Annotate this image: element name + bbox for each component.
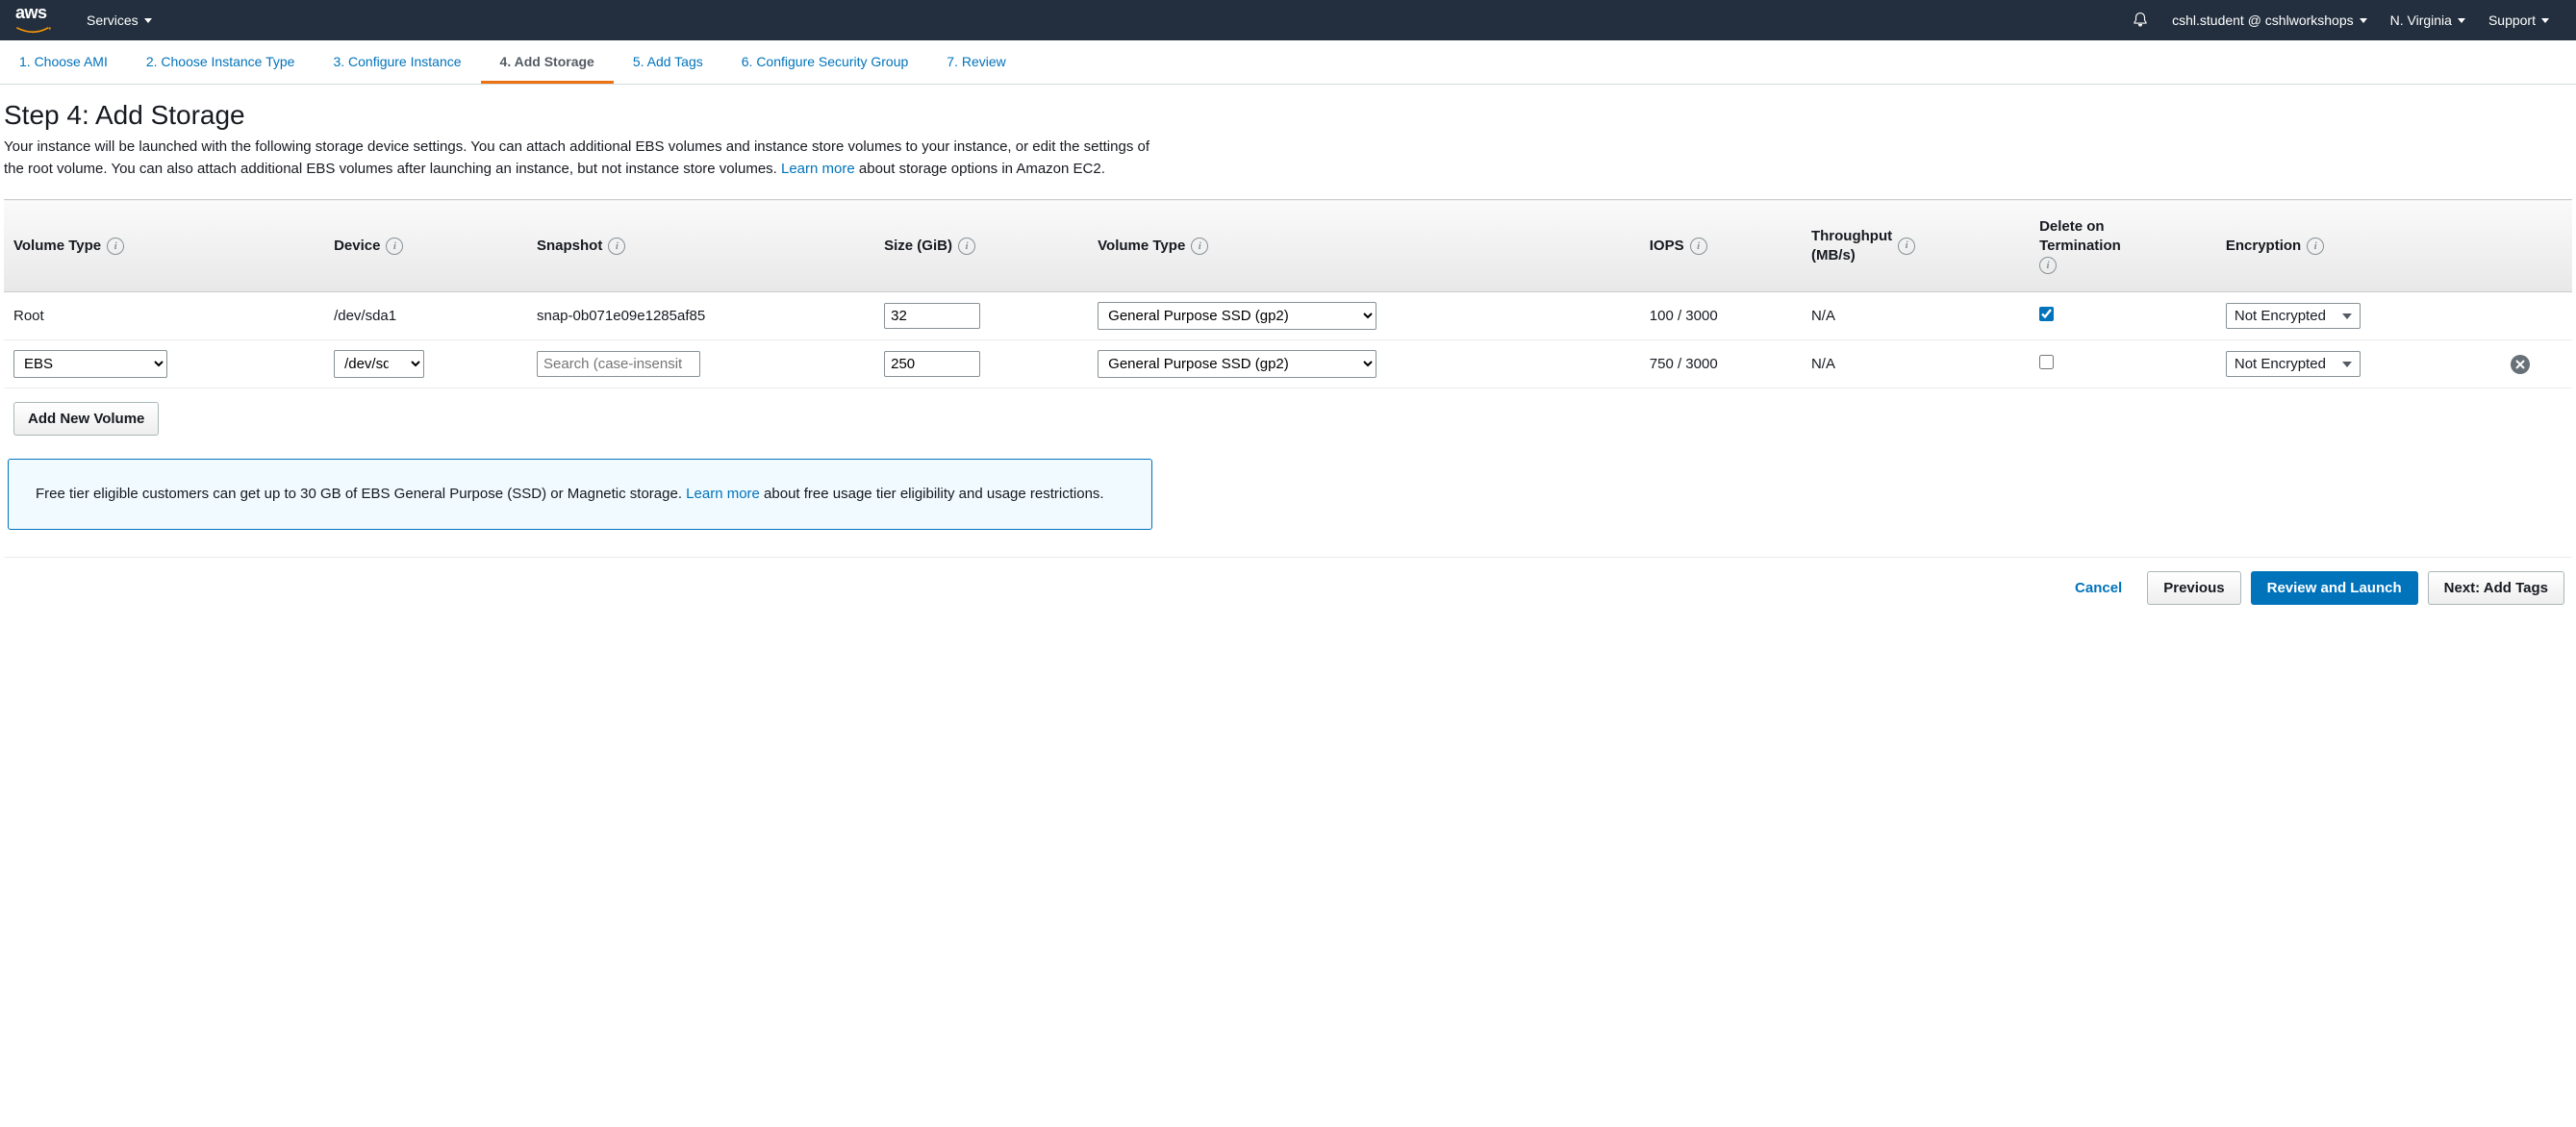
region-label: N. Virginia <box>2390 13 2452 28</box>
device-value: /dev/sda1 <box>334 308 396 324</box>
caret-down-icon <box>2342 313 2352 319</box>
header-label: Encryption <box>2226 238 2301 254</box>
col-delete-on-termination: Delete onTermination i <box>2030 200 2216 292</box>
encryption-select[interactable]: Not Encrypted <box>2226 351 2361 377</box>
tab-review[interactable]: 7. Review <box>927 42 1024 84</box>
header-label: Device <box>334 238 380 254</box>
info-icon[interactable]: i <box>386 238 403 255</box>
footer-actions: Cancel Previous Review and Launch Next: … <box>4 557 2572 618</box>
col-size: Size (GiB) i <box>874 200 1088 292</box>
header-label: Volume Type <box>13 238 101 254</box>
info-icon[interactable]: i <box>2039 257 2057 274</box>
volume-kind-select[interactable]: EBS <box>13 350 167 378</box>
size-input[interactable] <box>884 351 980 377</box>
next-add-tags-button[interactable]: Next: Add Tags <box>2428 571 2564 605</box>
col-volume-type-kind: Volume Type i <box>4 200 324 292</box>
support-label: Support <box>2488 13 2536 28</box>
info-icon[interactable]: i <box>958 238 975 255</box>
tab-choose-ami[interactable]: 1. Choose AMI <box>0 42 127 84</box>
review-and-launch-button[interactable]: Review and Launch <box>2251 571 2418 605</box>
caret-down-icon <box>2360 18 2367 23</box>
info-icon[interactable]: i <box>1898 238 1915 255</box>
services-label: Services <box>87 13 139 28</box>
aws-logo-text: aws <box>15 3 52 23</box>
encryption-value: Not Encrypted <box>2235 356 2326 372</box>
header-label: IOPS <box>1650 238 1684 254</box>
snapshot-value: snap-0b071e09e1285af85 <box>537 308 705 325</box>
size-input[interactable] <box>884 303 980 329</box>
delete-on-termination-checkbox[interactable] <box>2039 307 2054 321</box>
add-new-volume-button[interactable]: Add New Volume <box>13 402 159 436</box>
col-encryption: Encryption i <box>2216 200 2501 292</box>
tab-configure-instance[interactable]: 3. Configure Instance <box>314 42 480 84</box>
caret-down-icon <box>2342 362 2352 367</box>
delete-on-termination-checkbox[interactable] <box>2039 355 2054 369</box>
remove-volume-button[interactable] <box>2511 355 2530 374</box>
col-device: Devicei <box>324 200 527 292</box>
header-label: Snapshot <box>537 238 602 254</box>
aws-logo[interactable]: aws <box>15 3 52 38</box>
volume-type-select[interactable]: General Purpose SSD (gp2) <box>1098 350 1376 378</box>
header-label: Size (GiB) <box>884 238 952 254</box>
device-select[interactable]: /dev/sdb <box>334 350 424 378</box>
volume-type-select[interactable]: General Purpose SSD (gp2) <box>1098 302 1376 330</box>
iops-value: 100 / 3000 <box>1650 308 1718 324</box>
tab-add-tags[interactable]: 5. Add Tags <box>614 42 722 84</box>
col-iops: IOPS i <box>1640 200 1802 292</box>
page-description: Your instance will be launched with the … <box>4 137 1158 180</box>
region-menu[interactable]: N. Virginia <box>2379 0 2477 40</box>
previous-button[interactable]: Previous <box>2147 571 2240 605</box>
info-text: Free tier eligible customers can get up … <box>36 486 686 502</box>
info-icon[interactable]: i <box>1191 238 1208 255</box>
description-text-post: about storage options in Amazon EC2. <box>855 161 1105 177</box>
info-text-post: about free usage tier eligibility and us… <box>760 486 1104 502</box>
info-icon[interactable]: i <box>2307 238 2324 255</box>
cancel-button[interactable]: Cancel <box>2059 571 2137 605</box>
bell-icon <box>2132 12 2149 29</box>
info-icon[interactable]: i <box>1690 238 1707 255</box>
table-row: EBS /dev/sdb General Purpose SSD (gp2) 7… <box>4 340 2572 388</box>
tab-configure-security-group[interactable]: 6. Configure Security Group <box>722 42 928 84</box>
top-nav: aws Services cshl.student @ cshlworkshop… <box>0 0 2576 40</box>
page-title: Step 4: Add Storage <box>4 100 2572 131</box>
info-icon[interactable]: i <box>608 238 625 255</box>
aws-smile-icon <box>15 26 52 36</box>
services-menu[interactable]: Services <box>75 0 164 40</box>
header-label: Delete onTermination <box>2039 218 2121 254</box>
encryption-value: Not Encrypted <box>2235 308 2326 324</box>
caret-down-icon <box>2458 18 2465 23</box>
learn-more-link[interactable]: Learn more <box>686 486 760 502</box>
col-volume-type: Volume Type i <box>1088 200 1640 292</box>
iops-value: 750 / 3000 <box>1650 356 1718 372</box>
caret-down-icon <box>2541 18 2549 23</box>
tab-choose-instance-type[interactable]: 2. Choose Instance Type <box>127 42 315 84</box>
caret-down-icon <box>144 18 152 23</box>
tab-add-storage[interactable]: 4. Add Storage <box>481 42 614 84</box>
info-icon[interactable]: i <box>107 238 124 255</box>
account-menu[interactable]: cshl.student @ cshlworkshops <box>2160 0 2379 40</box>
page-content: Step 4: Add Storage Your instance will b… <box>0 85 2576 618</box>
learn-more-link[interactable]: Learn more <box>781 161 855 177</box>
throughput-value: N/A <box>1811 308 1835 324</box>
notifications-button[interactable] <box>2120 0 2160 40</box>
free-tier-info-box: Free tier eligible customers can get up … <box>8 459 1152 530</box>
volume-kind: Root <box>13 308 44 324</box>
col-snapshot: Snapshot i <box>527 200 874 292</box>
wizard-tabs: 1. Choose AMI 2. Choose Instance Type 3.… <box>0 42 2576 85</box>
header-label: Throughput(MB/s) <box>1811 227 1892 264</box>
account-label: cshl.student @ cshlworkshops <box>2172 13 2354 28</box>
support-menu[interactable]: Support <box>2477 0 2561 40</box>
snapshot-input[interactable] <box>537 351 700 377</box>
close-icon <box>2515 360 2525 369</box>
encryption-select[interactable]: Not Encrypted <box>2226 303 2361 329</box>
table-row: Root /dev/sda1 snap-0b071e09e1285af85 Ge… <box>4 292 2572 340</box>
throughput-value: N/A <box>1811 356 1835 372</box>
storage-table: Volume Typei Devicei Snapshoti Size (GiB… <box>4 199 2572 388</box>
header-label: Volume Type <box>1098 238 1185 254</box>
col-throughput: Throughput(MB/s) i <box>1802 200 2030 292</box>
